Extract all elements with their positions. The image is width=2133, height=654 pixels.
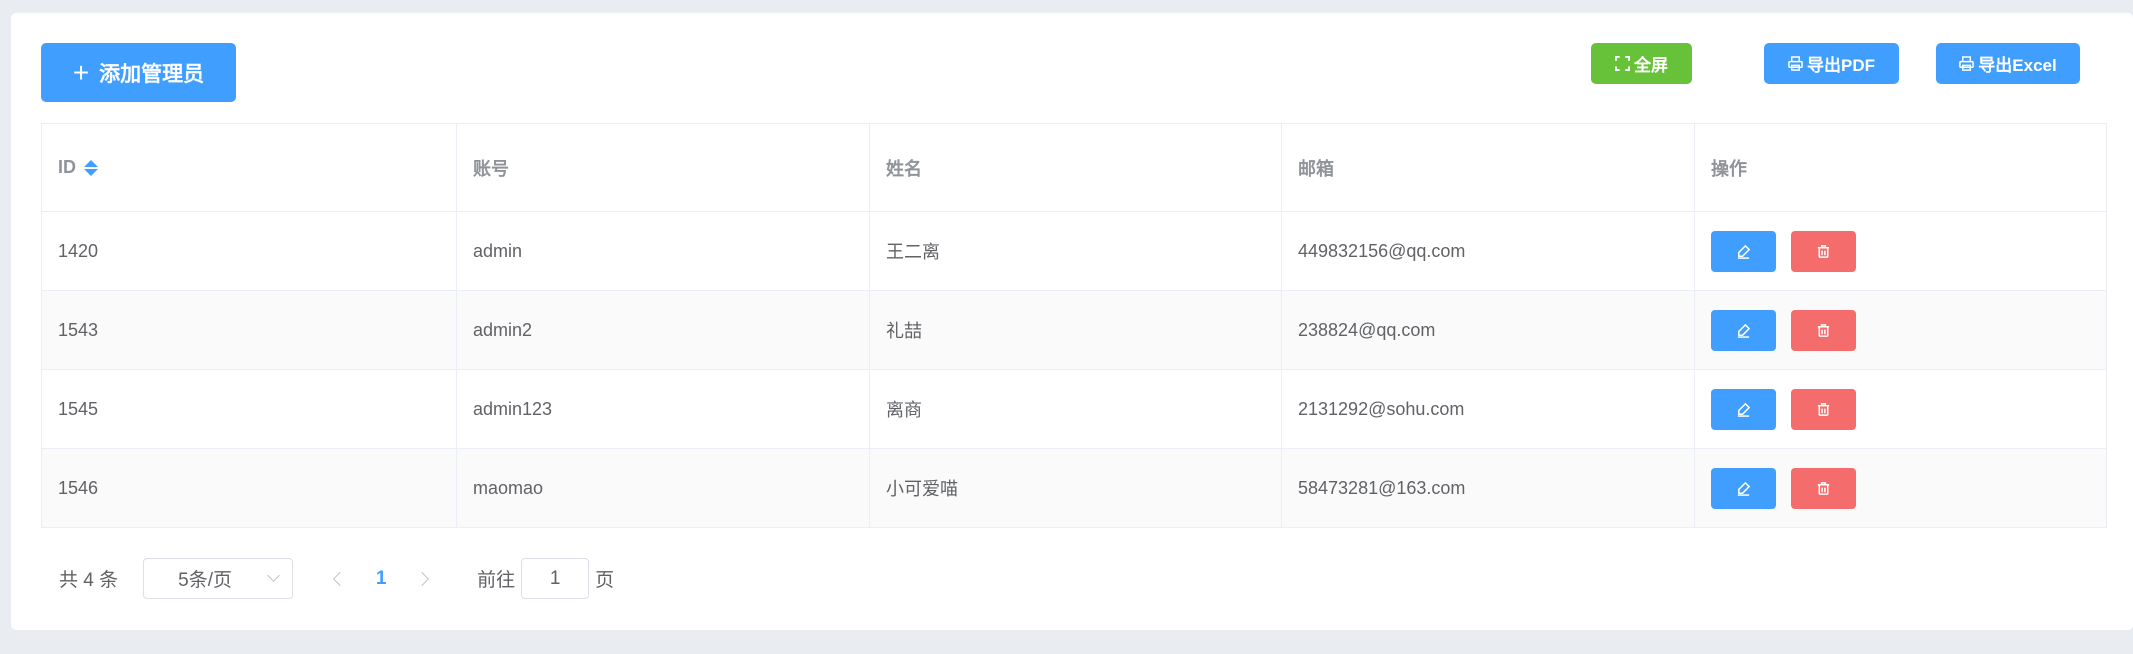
fullscreen-icon xyxy=(1615,56,1630,71)
edit-icon xyxy=(1736,323,1751,338)
table-header-row: ID 账号 姓名 邮箱 操作 xyxy=(42,124,2106,212)
delete-button[interactable] xyxy=(1791,467,1856,509)
chevron-right-icon xyxy=(415,571,430,586)
column-header-name: 姓名 xyxy=(870,124,1282,211)
edit-button[interactable] xyxy=(1711,309,1776,351)
printer-icon xyxy=(1959,56,1975,71)
cell-account: admin2 xyxy=(457,291,870,369)
edit-icon xyxy=(1736,244,1751,259)
cell-name: 小可爱喵 xyxy=(870,449,1282,527)
cell-email: 449832156@qq.com xyxy=(1282,212,1695,290)
cell-account: admin xyxy=(457,212,870,290)
column-header-id[interactable]: ID xyxy=(42,124,457,211)
pagination: 共 4 条 5条/页 1 前往 页 xyxy=(59,558,614,599)
cell-id: 1546 xyxy=(42,449,457,527)
cell-email: 2131292@sohu.com xyxy=(1282,370,1695,448)
delete-icon xyxy=(1816,402,1831,417)
column-header-email: 邮箱 xyxy=(1282,124,1695,211)
cell-name: 离商 xyxy=(870,370,1282,448)
delete-icon xyxy=(1816,244,1831,259)
table-row: 1543 admin2 礼喆 238824@qq.com xyxy=(42,291,2106,370)
add-admin-label: 添加管理员 xyxy=(99,62,205,86)
chevron-left-icon xyxy=(333,571,348,586)
fullscreen-label: 全屏 xyxy=(1634,56,1668,75)
export-excel-label: 导出Excel xyxy=(1978,56,2057,75)
delete-icon xyxy=(1816,481,1831,496)
cell-actions xyxy=(1695,449,2106,527)
export-pdf-label: 导出PDF xyxy=(1807,56,1875,75)
fullscreen-button[interactable]: 全屏 xyxy=(1591,43,1692,84)
cell-account: admin123 xyxy=(457,370,870,448)
edit-icon xyxy=(1736,402,1751,417)
sort-icon[interactable] xyxy=(84,159,98,176)
cell-account: maomao xyxy=(457,449,870,527)
edit-button[interactable] xyxy=(1711,230,1776,272)
prev-page-button[interactable] xyxy=(325,558,355,599)
total-count: 共 4 条 xyxy=(59,570,119,591)
page-size-select[interactable]: 5条/页 xyxy=(143,558,294,599)
column-header-actions: 操作 xyxy=(1711,158,1747,179)
chevron-down-icon xyxy=(267,569,280,582)
cell-id: 1420 xyxy=(42,212,457,290)
delete-button[interactable] xyxy=(1791,309,1856,351)
edit-button[interactable] xyxy=(1711,388,1776,430)
cell-actions xyxy=(1695,370,2106,448)
cell-id: 1543 xyxy=(42,291,457,369)
add-admin-button[interactable]: + 添加管理员 xyxy=(41,43,236,102)
cell-actions xyxy=(1695,291,2106,369)
page-number[interactable]: 1 xyxy=(355,568,407,590)
next-page-button[interactable] xyxy=(407,558,437,599)
printer-icon xyxy=(1788,56,1803,71)
cell-name: 礼喆 xyxy=(870,291,1282,369)
cell-id: 1545 xyxy=(42,370,457,448)
table-row: 1545 admin123 离商 2131292@sohu.com xyxy=(42,370,2106,449)
goto-page-input[interactable] xyxy=(521,558,590,599)
cell-actions xyxy=(1695,212,2106,290)
edit-icon xyxy=(1736,481,1751,496)
plus-icon: + xyxy=(72,56,90,88)
export-pdf-button[interactable]: 导出PDF xyxy=(1764,43,1899,84)
page-size-value: 5条/页 xyxy=(178,570,232,591)
edit-button[interactable] xyxy=(1711,467,1776,509)
cell-name: 王二离 xyxy=(870,212,1282,290)
content-card: + 添加管理员 全屏 导出PDF 导出Excel ID 账号 姓名 邮箱 操作 … xyxy=(11,13,2133,630)
export-excel-button[interactable]: 导出Excel xyxy=(1936,43,2080,84)
column-header-account: 账号 xyxy=(457,124,870,211)
delete-icon xyxy=(1816,323,1831,338)
delete-button[interactable] xyxy=(1791,388,1856,430)
admin-table: ID 账号 姓名 邮箱 操作 1420 admin 王二离 449832156@… xyxy=(41,123,2107,528)
table-row: 1546 maomao 小可爱喵 58473281@163.com xyxy=(42,449,2106,528)
page-suffix: 页 xyxy=(595,570,615,591)
table-row: 1420 admin 王二离 449832156@qq.com xyxy=(42,212,2106,291)
cell-email: 58473281@163.com xyxy=(1282,449,1695,527)
goto-label: 前往 xyxy=(477,570,516,591)
cell-email: 238824@qq.com xyxy=(1282,291,1695,369)
delete-button[interactable] xyxy=(1791,230,1856,272)
